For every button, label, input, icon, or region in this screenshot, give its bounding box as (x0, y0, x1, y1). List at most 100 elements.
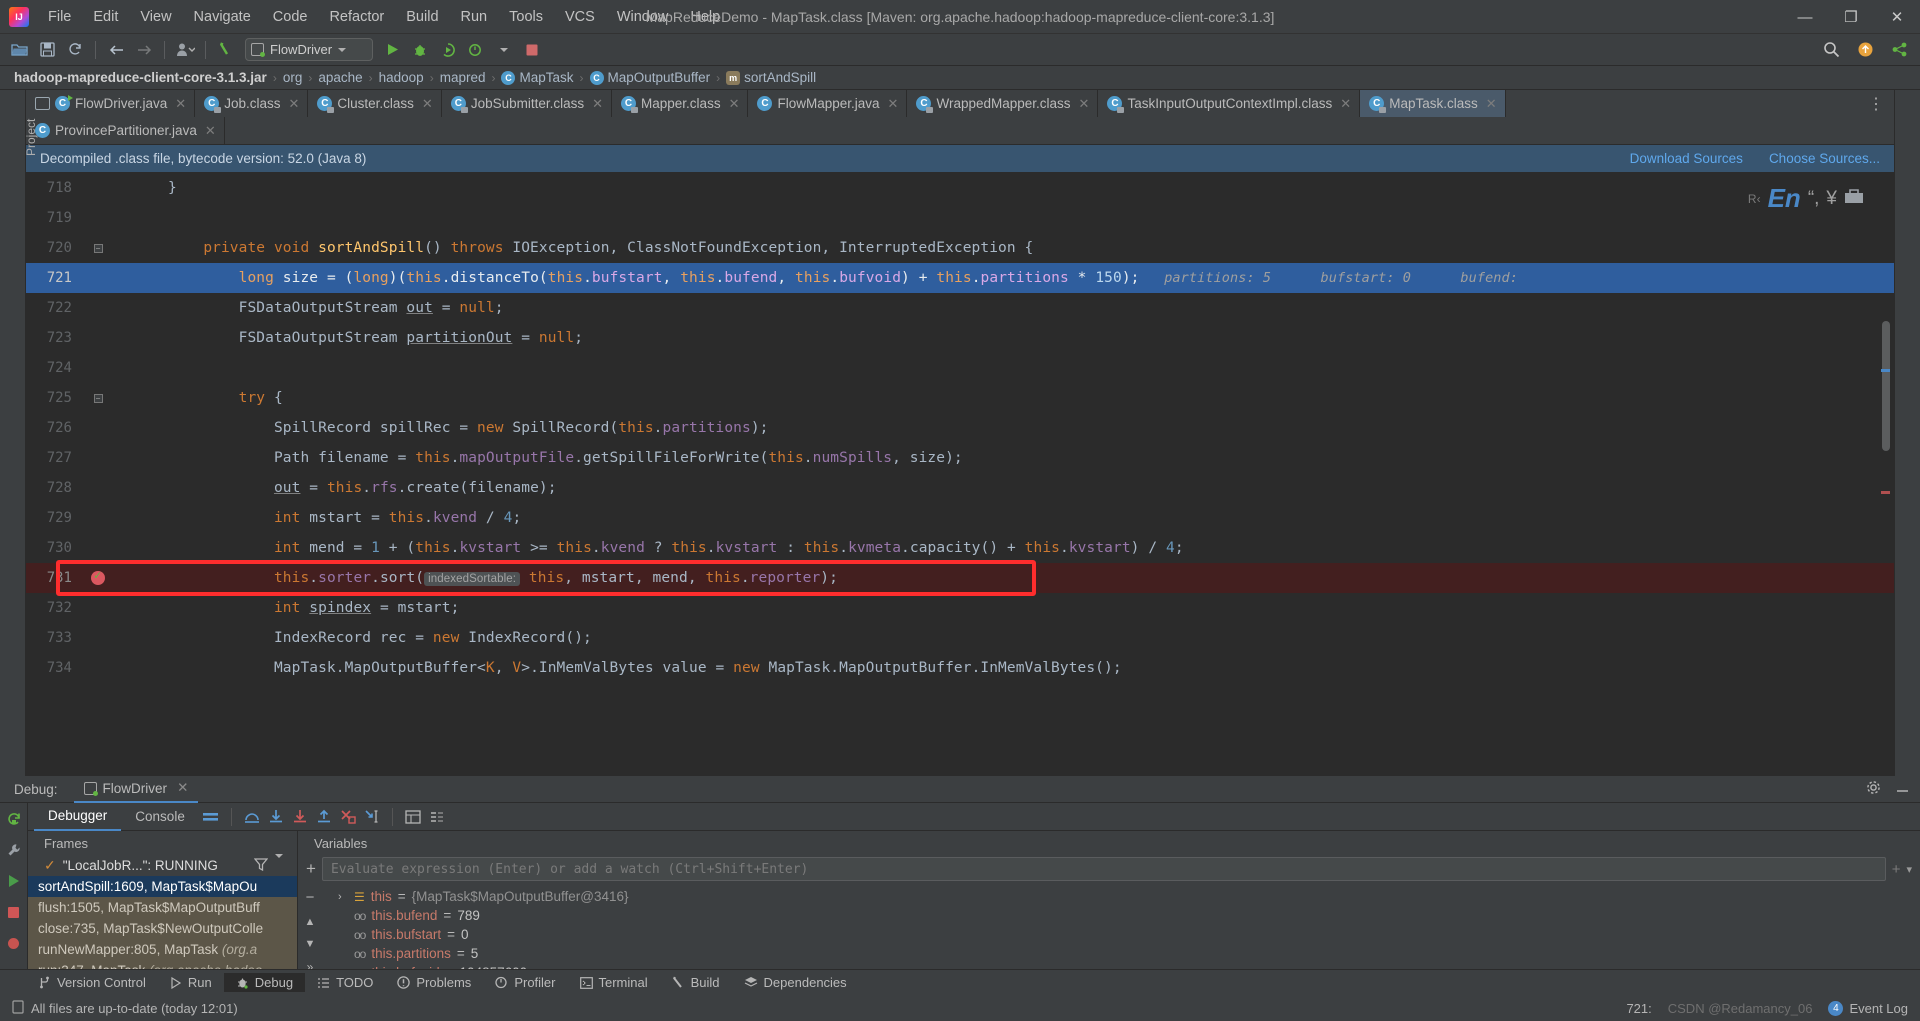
tabs-overflow-icon[interactable]: ⋮ (1858, 90, 1894, 117)
chevron-up-icon[interactable]: ▲ (305, 916, 316, 928)
profiler-run-icon[interactable] (463, 38, 489, 62)
download-sources-link[interactable]: Download Sources (1630, 151, 1743, 166)
breadcrumb-item-sortandspill[interactable]: m sortAndSpill (722, 70, 820, 85)
stop-icon[interactable] (519, 38, 545, 62)
close-icon[interactable]: ✕ (177, 780, 188, 796)
editor-tab-taskinputoutputcontextimpl[interactable]: C TaskInputOutputContextImpl.class ✕ (1098, 90, 1361, 117)
force-step-into-icon[interactable] (288, 806, 312, 828)
close-icon[interactable]: ✕ (422, 96, 433, 112)
step-out-icon[interactable] (312, 806, 336, 828)
ime-language-indicator[interactable]: En (1768, 183, 1801, 214)
editor-tab-flowdriver[interactable]: C FlowDriver.java ✕ (26, 90, 196, 117)
close-icon[interactable]: ✕ (288, 96, 299, 112)
code-line[interactable]: 720 − private void sortAndSpill() throws … (26, 233, 1894, 263)
breadcrumb-item-jar[interactable]: hadoop-mapreduce-client-core-3.1.3.jar (10, 70, 271, 85)
tool-window-button-version-control[interactable]: Version Control (26, 973, 158, 992)
editor-scrollbar[interactable] (1880, 173, 1892, 776)
sync-icon[interactable] (62, 38, 88, 62)
menu-vcs[interactable]: VCS (554, 5, 606, 29)
editor-tab-wrappedmapper[interactable]: C WrappedMapper.class ✕ (907, 90, 1099, 117)
editor-tab-jobsubmitter[interactable]: C JobSubmitter.class ✕ (442, 90, 613, 117)
settings-grid-icon[interactable] (425, 806, 449, 828)
editor-tab-flowmapper[interactable]: C FlowMapper.java ✕ (748, 90, 908, 117)
tool-window-button-problems[interactable]: Problems (385, 973, 483, 992)
rerun-icon[interactable] (4, 809, 24, 829)
ime-toolbox-icon[interactable] (1844, 187, 1864, 210)
variable-row[interactable]: oo this.bufstart = 0 (330, 925, 1920, 944)
run-configuration-selector[interactable]: FlowDriver (245, 38, 373, 61)
close-icon[interactable]: ✕ (729, 96, 740, 112)
back-arrow-icon[interactable] (103, 38, 129, 62)
updates-icon[interactable] (1852, 38, 1878, 62)
code-line[interactable]: 733 IndexRecord rec = new IndexRecord(); (26, 623, 1894, 653)
debug-icon[interactable] (407, 38, 433, 62)
editor-tab-mapper[interactable]: C Mapper.class ✕ (612, 90, 749, 117)
close-icon[interactable]: ✕ (1340, 96, 1351, 112)
code-line[interactable]: 724 (26, 353, 1894, 383)
fold-marker[interactable]: − (93, 393, 103, 403)
run-with-coverage-icon[interactable] (435, 38, 461, 62)
editor-tab-maptask[interactable]: C MapTask.class ✕ (1360, 90, 1506, 117)
gear-icon[interactable] (1866, 780, 1881, 798)
maximize-button[interactable]: ❐ (1828, 0, 1874, 34)
code-line[interactable]: 718} (26, 173, 1894, 203)
code-line[interactable]: 725 − try { (26, 383, 1894, 413)
run-icon[interactable] (379, 38, 405, 62)
evaluate-expression-input[interactable]: Evaluate expression (Enter) or add a wat… (321, 857, 1886, 881)
menu-file[interactable]: File (37, 5, 82, 29)
close-icon[interactable]: ✕ (592, 96, 603, 112)
code-editor[interactable]: 718} 719 720 − private void sortAndSpill() … (26, 173, 1894, 776)
filter-icon[interactable] (253, 857, 269, 874)
code-line[interactable]: 719 (26, 203, 1894, 233)
run-to-cursor-icon[interactable] (360, 806, 384, 828)
debug-session-tab[interactable]: FlowDriver ✕ (73, 776, 199, 803)
breadcrumb-item-apache[interactable]: apache (314, 70, 366, 85)
code-line[interactable]: 729 int mstart = this.kvend / 4; (26, 503, 1894, 533)
chevron-down-icon[interactable] (275, 854, 283, 873)
variable-row[interactable]: oo this.partitions = 5 (330, 944, 1920, 963)
step-into-icon[interactable] (264, 806, 288, 828)
breakpoint-dot[interactable] (91, 568, 105, 585)
save-all-icon[interactable] (34, 38, 60, 62)
close-icon[interactable]: ✕ (205, 123, 216, 139)
menu-help[interactable]: Help (679, 5, 731, 29)
scrollbar-mark-highlight[interactable] (1881, 369, 1890, 372)
code-line[interactable]: 730 int mend = 1 + (this.kvstart >= this… (26, 533, 1894, 563)
menu-tools[interactable]: Tools (498, 5, 554, 29)
menu-window[interactable]: Window (606, 5, 680, 29)
chevron-right-icon[interactable]: › (338, 891, 348, 903)
code-line[interactable]: 721 long size = (long)(this.distanceTo(t… (26, 263, 1894, 293)
resume-icon[interactable] (4, 871, 24, 891)
code-line[interactable]: 722 FSDataOutputStream out = null; (26, 293, 1894, 323)
settings-wrench-icon[interactable] (4, 840, 24, 860)
watch-actions-icon[interactable]: + (1892, 861, 1901, 878)
code-line[interactable]: 731 this.sorter.sort(indexedSortable: th… (26, 563, 1894, 593)
menu-code[interactable]: Code (262, 5, 319, 29)
tool-window-button-debug[interactable]: Debug (223, 973, 306, 992)
tool-window-button-dependencies[interactable]: Dependencies (732, 973, 859, 992)
profiler-dropdown-icon[interactable] (491, 38, 517, 62)
stop-red-icon[interactable] (4, 902, 24, 922)
breadcrumb-item-org[interactable]: org (279, 70, 307, 85)
caret-position[interactable]: 721: (1626, 1001, 1651, 1016)
menu-refactor[interactable]: Refactor (318, 5, 395, 29)
ime-currency-icon[interactable]: ¥ (1826, 188, 1837, 210)
remove-watch-button[interactable]: − (306, 889, 315, 906)
tool-window-button-run[interactable]: Run (158, 973, 224, 992)
code-line[interactable]: 727 Path filename = this.mapOutputFile.g… (26, 443, 1894, 473)
editor-tab-cluster[interactable]: C Cluster.class ✕ (308, 90, 442, 117)
tab-console[interactable]: Console (121, 803, 199, 831)
tab-debugger[interactable]: Debugger (34, 803, 122, 831)
tool-window-button-profiler[interactable]: Profiler (483, 973, 567, 992)
menu-build[interactable]: Build (395, 5, 449, 29)
scrollbar-thumb[interactable] (1882, 321, 1890, 451)
code-line[interactable]: 723 FSDataOutputStream partitionOut = nu… (26, 323, 1894, 353)
frame-item[interactable]: flush:1505, MapTask$MapOutputBuff (28, 897, 297, 918)
variable-row[interactable]: › ☰ this = {MapTask$MapOutputBuffer@3416} (330, 887, 1920, 906)
evaluate-icon[interactable] (401, 806, 425, 828)
frame-item[interactable]: sortAndSpill:1609, MapTask$MapOu (28, 876, 297, 897)
scrollbar-mark-breakpoint[interactable] (1881, 491, 1890, 494)
drop-frame-icon[interactable] (336, 806, 360, 828)
forward-arrow-icon[interactable] (131, 38, 157, 62)
breadcrumb-item-mapred[interactable]: mapred (436, 70, 490, 85)
